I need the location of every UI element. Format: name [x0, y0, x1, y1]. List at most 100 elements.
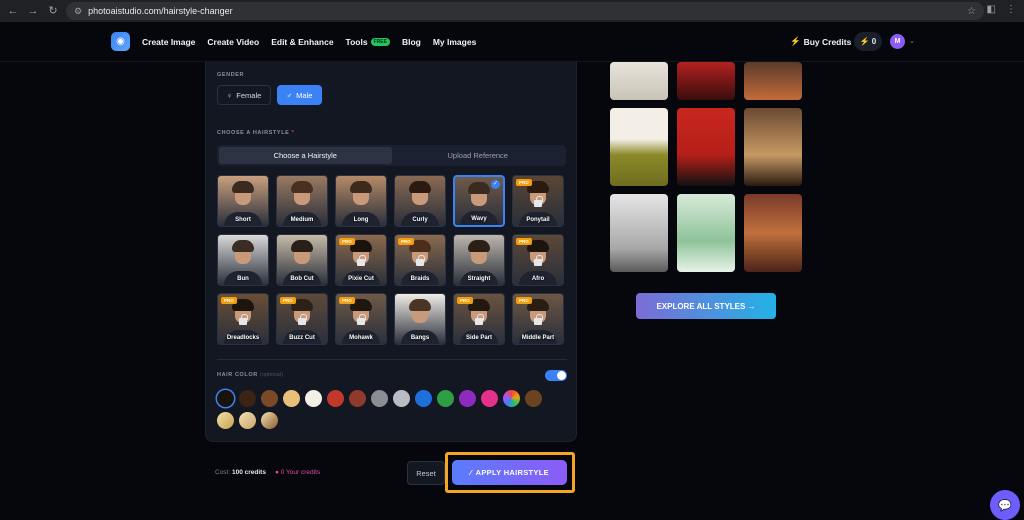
- hairstyle-option[interactable]: PRO Ponytail: [512, 175, 564, 227]
- gender-female-button[interactable]: ♀ Female: [217, 85, 271, 105]
- explore-all-styles-button[interactable]: EXPLORE ALL STYLES →: [636, 293, 776, 319]
- hair-color-swatch[interactable]: [481, 390, 498, 407]
- menu-create-video[interactable]: Create Video: [207, 37, 259, 47]
- buy-credits-label: Buy Credits: [803, 36, 852, 47]
- browser-toolbar: ← → ↻ ⚙ photoaistudio.com/hairstyle-chan…: [0, 0, 1024, 22]
- hair-color-toggle[interactable]: [545, 370, 567, 381]
- hair-color-swatch[interactable]: [305, 390, 322, 407]
- hairstyle-option[interactable]: Bangs: [394, 293, 446, 345]
- hairstyle-option[interactable]: PRO Mohawk: [335, 293, 387, 345]
- back-icon[interactable]: ←: [6, 4, 20, 18]
- hairstyle-label: Buzz Cut: [289, 335, 315, 341]
- bookmark-star-icon[interactable]: ☆: [967, 6, 976, 17]
- chat-support-icon[interactable]: 💬: [990, 490, 1020, 520]
- hairstyle-option[interactable]: PRO Braids: [394, 234, 446, 286]
- hairstyle-option[interactable]: PRO Afro: [512, 234, 564, 286]
- hair-color-swatch[interactable]: [239, 390, 256, 407]
- gallery-image[interactable]: [677, 194, 735, 272]
- hair-color-swatch[interactable]: [459, 390, 476, 407]
- site-info-icon[interactable]: ⚙: [74, 6, 82, 17]
- hair-color-swatch[interactable]: [217, 390, 234, 407]
- chevron-down-icon[interactable]: ⌄: [909, 37, 915, 45]
- hair-color-swatch[interactable]: [261, 390, 278, 407]
- hairstyle-option[interactable]: PRO Buzz Cut: [276, 293, 328, 345]
- hairstyle-option[interactable]: ✓ Wavy: [453, 175, 505, 227]
- hair-color-text: HAIR COLOR: [217, 372, 258, 378]
- apply-hairstyle-label: APPLY HAIRSTYLE: [475, 468, 549, 477]
- gallery-image[interactable]: [677, 108, 735, 186]
- hairstyle-label: Braids: [410, 276, 430, 282]
- lock-icon: [357, 314, 366, 325]
- hair-color-swatch[interactable]: [415, 390, 432, 407]
- menu-edit-enhance[interactable]: Edit & Enhance: [271, 37, 333, 47]
- tab-upload-reference[interactable]: Upload Reference: [392, 147, 565, 164]
- hairstyle-option[interactable]: Medium: [276, 175, 328, 227]
- tab-choose-hairstyle[interactable]: Choose a Hairstyle: [219, 147, 392, 164]
- hairstyle-option[interactable]: PRO Pixie Cut: [335, 234, 387, 286]
- cost-value: 100 credits: [231, 469, 266, 476]
- gender-label: GENDER: [217, 72, 245, 78]
- hair-color-swatch[interactable]: [283, 390, 300, 407]
- gallery-image[interactable]: [610, 108, 668, 186]
- hairstyle-option[interactable]: PRO Side Part: [453, 293, 505, 345]
- menu-my-images[interactable]: My Images: [433, 37, 476, 47]
- app-logo-icon[interactable]: ◉: [111, 32, 130, 51]
- credit-count: 0: [871, 37, 877, 46]
- hair-color-swatches: [217, 390, 557, 429]
- hair-color-swatch[interactable]: [503, 390, 520, 407]
- gallery-image[interactable]: [610, 62, 668, 100]
- address-url[interactable]: photoaistudio.com/hairstyle-changer: [88, 6, 233, 16]
- menu-tools[interactable]: Tools FREE: [346, 37, 390, 47]
- apply-hairstyle-button[interactable]: ⁄ APPLY HAIRSTYLE: [452, 460, 567, 485]
- hairstyle-label: Medium: [290, 217, 314, 223]
- hair-color-swatch[interactable]: [261, 412, 278, 429]
- hairstyle-option[interactable]: PRO Middle Part: [512, 293, 564, 345]
- hair-color-swatch[interactable]: [525, 390, 542, 407]
- address-bar[interactable]: ⚙ photoaistudio.com/hairstyle-changer ☆: [66, 2, 984, 20]
- hairstyle-option[interactable]: Straight: [453, 234, 505, 286]
- hairstyle-option[interactable]: Bun: [217, 234, 269, 286]
- browser-menu-icon[interactable]: ⋮: [1006, 4, 1016, 15]
- hair-color-swatch[interactable]: [371, 390, 388, 407]
- gallery-image[interactable]: [744, 194, 802, 272]
- buy-credits-link[interactable]: ⚡ Buy Credits: [790, 36, 851, 47]
- menu-tools-label: Tools: [345, 37, 368, 47]
- app-header: ◉ Create Image Create Video Edit & Enhan…: [0, 22, 1024, 62]
- hair-color-swatch[interactable]: [327, 390, 344, 407]
- hair-color-swatch[interactable]: [349, 390, 366, 407]
- magic-wand-icon: ⁄: [470, 468, 472, 477]
- gallery-image[interactable]: [744, 62, 802, 100]
- gender-male-button[interactable]: ♂ Male: [277, 85, 322, 105]
- hairstyle-option[interactable]: Bob Cut: [276, 234, 328, 286]
- portrait-hair: [291, 240, 313, 252]
- choose-hairstyle-label: CHOOSE A HAIRSTYLE *: [217, 130, 294, 136]
- user-avatar[interactable]: M: [890, 34, 905, 49]
- hair-color-swatch[interactable]: [217, 412, 234, 429]
- menu-blog[interactable]: Blog: [402, 37, 421, 47]
- gallery-image[interactable]: [610, 194, 668, 272]
- hair-color-swatch[interactable]: [437, 390, 454, 407]
- hairstyle-label: Dreadlocks: [226, 335, 260, 341]
- hair-color-swatch[interactable]: [239, 412, 256, 429]
- hairstyle-option[interactable]: Short: [217, 175, 269, 227]
- hairstyle-option[interactable]: PRO Dreadlocks: [217, 293, 269, 345]
- portrait-hair: [232, 240, 254, 252]
- pro-badge: PRO: [516, 297, 532, 304]
- lock-icon: [298, 314, 307, 325]
- hairstyle-option[interactable]: Curly: [394, 175, 446, 227]
- hair-color-swatch[interactable]: [393, 390, 410, 407]
- forward-icon[interactable]: →: [26, 4, 40, 18]
- your-credits-value: 0 Your credits: [280, 469, 321, 476]
- reload-icon[interactable]: ↻: [46, 4, 60, 18]
- gallery-image[interactable]: [744, 108, 802, 186]
- pro-badge: PRO: [339, 238, 355, 245]
- hair-color-optional: (optional): [259, 372, 283, 378]
- lock-icon: [475, 314, 484, 325]
- extensions-icon[interactable]: ◧: [987, 4, 996, 15]
- gallery-image[interactable]: [677, 62, 735, 100]
- credit-balance[interactable]: ⚡ 0: [854, 32, 882, 51]
- reset-button[interactable]: Reset: [407, 461, 445, 485]
- menu-create-image[interactable]: Create Image: [142, 37, 195, 47]
- hairstyle-option[interactable]: Long: [335, 175, 387, 227]
- pro-badge: PRO: [398, 238, 414, 245]
